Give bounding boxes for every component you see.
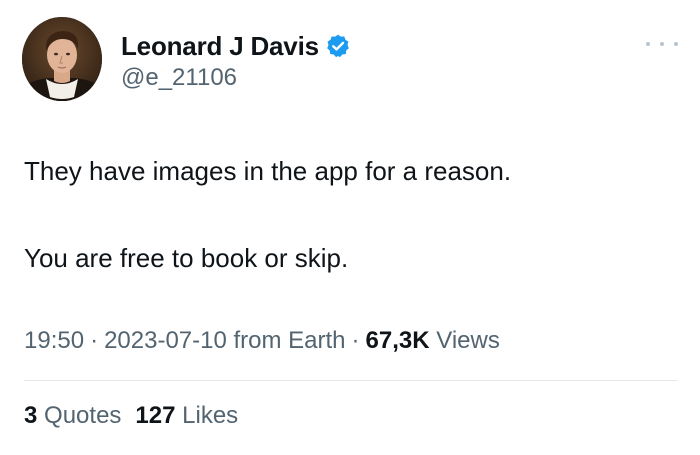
portrait-avatar-icon [22, 17, 102, 101]
tweet-date[interactable]: 2023-07-10 [104, 327, 227, 354]
engagement-stats: 3 Quotes 127 Likes [24, 402, 238, 430]
display-name[interactable]: Leonard J Davis [121, 31, 319, 62]
quotes-count[interactable]: 3 [24, 402, 37, 429]
tweet-text-line-1: They have images in the app for a reason… [24, 156, 512, 186]
tweet-metadata: 19:50 · 2023-07-10 from Earth · 67,3K Views [24, 327, 500, 355]
views-label[interactable]: Views [436, 327, 500, 354]
tweet-text-line-2: You are free to book or skip. [24, 243, 349, 273]
user-handle[interactable]: @e_21106 [121, 64, 237, 92]
avatar[interactable] [22, 17, 102, 101]
tweet-source: from Earth [233, 327, 346, 354]
verified-badge-icon[interactable] [325, 33, 351, 59]
likes-count[interactable]: 127 [135, 402, 175, 429]
separator-dot: · [90, 327, 99, 354]
views-count[interactable]: 67,3K [366, 327, 430, 354]
more-options-icon[interactable] [646, 38, 678, 50]
author-name-row: Leonard J Davis [121, 29, 351, 63]
separator-dot: · [351, 327, 360, 354]
tweet-time[interactable]: 19:50 [24, 327, 84, 354]
divider [24, 380, 678, 381]
quotes-label[interactable]: Quotes [44, 402, 121, 429]
tweet-card: Leonard J Davis @e_21106 They have image… [0, 0, 700, 455]
likes-label[interactable]: Likes [182, 402, 238, 429]
